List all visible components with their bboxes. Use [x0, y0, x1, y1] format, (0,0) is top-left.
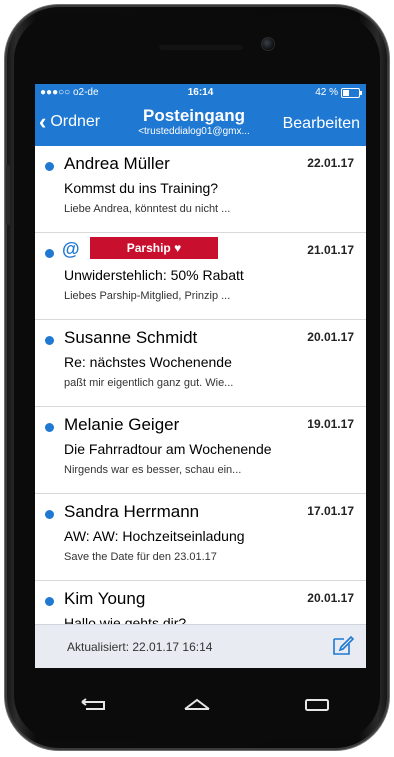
battery-indicator: 42 %	[315, 87, 362, 98]
message-subject: Re: nächstes Wochenende	[64, 354, 232, 370]
status-bar: ●●●○○ o2-de 16:14 42 %	[35, 84, 366, 102]
page-title: Posteingang	[142, 106, 245, 125]
back-key-icon[interactable]	[76, 693, 110, 717]
message-subject: Unwiderstehlich: 50% Rabatt	[64, 267, 244, 283]
edit-button[interactable]: Bearbeiten	[283, 115, 360, 133]
screen: ●●●○○ o2-de 16:14 42 % ‹ Ordner Posteing…	[35, 84, 366, 668]
message-row[interactable]: Melanie Geiger 19.01.17 Die Fahrradtour …	[35, 407, 366, 494]
message-preview: paßt mir eigentlich ganz gut. Wie...	[64, 377, 234, 389]
recent-apps-key-icon[interactable]	[300, 693, 334, 717]
hardware-keys	[0, 685, 394, 725]
unread-dot-icon	[45, 423, 54, 432]
message-date: 22.01.17	[307, 156, 354, 170]
message-date: 17.01.17	[307, 504, 354, 518]
battery-fill	[343, 89, 349, 96]
message-subject: AW: AW: Hochzeitseinladung	[64, 528, 245, 544]
message-subject: Die Fahrradtour am Wochenende	[64, 441, 272, 457]
chevron-left-icon: ‹	[39, 109, 47, 134]
home-key-icon[interactable]	[180, 693, 214, 717]
message-row[interactable]: Susanne Schmidt 20.01.17 Re: nächstes Wo…	[35, 320, 366, 407]
message-preview: Liebe Andrea, könntest du nicht ...	[64, 203, 231, 215]
message-subject: Kommst du ins Training?	[64, 180, 219, 196]
message-sender: Andrea Müller	[64, 154, 170, 173]
last-updated-status: Aktualisiert: 22.01.17 16:14	[67, 640, 213, 654]
at-sign-icon: @	[62, 239, 80, 259]
message-row[interactable]: Sandra Herrmann 17.01.17 AW: AW: Hochzei…	[35, 494, 366, 581]
message-date: 19.01.17	[307, 417, 354, 431]
navigation-bar: ‹ Ordner Posteingang <trusteddialog01@gm…	[35, 102, 366, 146]
unread-dot-icon	[45, 510, 54, 519]
message-date: 20.01.17	[307, 591, 354, 605]
message-list: Andrea Müller 22.01.17 Kommst du ins Tra…	[35, 146, 366, 624]
message-preview: Liebes Parship-Mitglied, Prinzip ...	[64, 290, 231, 302]
page-title-group: Posteingang <trusteddialog01@gmx...	[119, 106, 269, 137]
message-date: 21.01.17	[307, 243, 354, 257]
back-button[interactable]: ‹ Ordner	[39, 109, 101, 134]
battery-icon	[341, 87, 362, 98]
message-sender: Sandra Herrmann	[64, 502, 200, 521]
back-label: Ordner	[50, 113, 101, 130]
message-preview: Nirgends war es besser, schau ein...	[64, 464, 242, 476]
message-sender: Susanne Schmidt	[64, 328, 198, 347]
unread-dot-icon	[45, 162, 54, 171]
message-row[interactable]: Kim Young 20.01.17 Hallo wie gehts dir?	[35, 581, 366, 624]
message-sender: Melanie Geiger	[64, 415, 180, 434]
unread-dot-icon	[45, 249, 54, 258]
message-subject: Hallo wie gehts dir?	[64, 615, 187, 624]
compose-icon[interactable]	[332, 634, 354, 656]
advertiser-badge: Parship ♥	[90, 237, 218, 259]
side-button	[6, 165, 10, 225]
front-camera-icon	[262, 38, 274, 50]
account-subtitle: <trusteddialog01@gmx...	[138, 126, 250, 137]
message-sender: Kim Young	[64, 589, 146, 608]
message-row-ad[interactable]: @ Parship ♥ 21.01.17 Unwiderstehlich: 50…	[35, 233, 366, 320]
message-row[interactable]: Andrea Müller 22.01.17 Kommst du ins Tra…	[35, 146, 366, 233]
unread-dot-icon	[45, 597, 54, 606]
unread-dot-icon	[45, 336, 54, 345]
toolbar: Aktualisiert: 22.01.17 16:14	[35, 624, 366, 668]
earpiece-speaker	[159, 45, 243, 50]
battery-percent: 42 %	[315, 87, 338, 98]
message-preview: Save the Date für den 23.01.17	[64, 551, 217, 563]
message-date: 20.01.17	[307, 330, 354, 344]
